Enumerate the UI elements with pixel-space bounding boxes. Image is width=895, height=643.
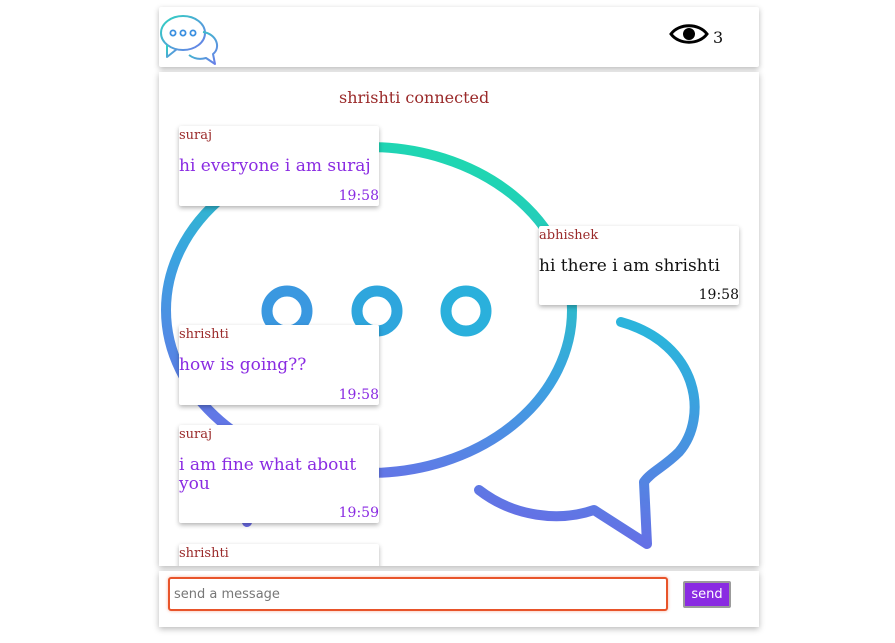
message-composer: send bbox=[159, 571, 759, 627]
viewer-count: 3 bbox=[713, 27, 724, 47]
connection-notice: shrishti connected bbox=[339, 88, 490, 107]
message-bubble: suraj i am fine what about you 19:59 bbox=[179, 425, 379, 523]
message-time: 19:59 bbox=[338, 505, 379, 521]
chat-bubbles-icon bbox=[160, 15, 219, 65]
message-text: hi there i am shrishti bbox=[539, 256, 720, 276]
eye-icon bbox=[669, 24, 709, 44]
message-time: 19:58 bbox=[698, 287, 739, 303]
chat-area[interactable]: shrishti connected suraj hi everyone i a… bbox=[159, 72, 759, 566]
message-text: i am fine what about you bbox=[179, 455, 357, 494]
message-bubble: abhishek hi there i am shrishti 19:58 bbox=[539, 226, 739, 305]
message-text: how is going?? bbox=[179, 355, 307, 375]
message-bubble: suraj hi everyone i am suraj 19:58 bbox=[179, 126, 379, 206]
message-sender: suraj bbox=[179, 427, 213, 442]
message-sender: shrishti bbox=[179, 546, 229, 561]
message-sender: suraj bbox=[179, 128, 213, 143]
message-time: 19:58 bbox=[338, 387, 379, 403]
message-sender: abhishek bbox=[539, 228, 599, 243]
message-bubble: shrishti how is going?? 19:58 bbox=[179, 325, 379, 405]
message-sender: shrishti bbox=[179, 327, 229, 342]
viewer-counter: 3 bbox=[669, 19, 723, 49]
message-bubble: shrishti bbox=[179, 544, 379, 566]
message-input[interactable] bbox=[168, 577, 668, 611]
message-time: 19:58 bbox=[338, 188, 379, 204]
message-text: hi everyone i am suraj bbox=[179, 156, 371, 176]
send-button[interactable]: send bbox=[683, 581, 731, 608]
app-header: 3 bbox=[159, 7, 759, 67]
